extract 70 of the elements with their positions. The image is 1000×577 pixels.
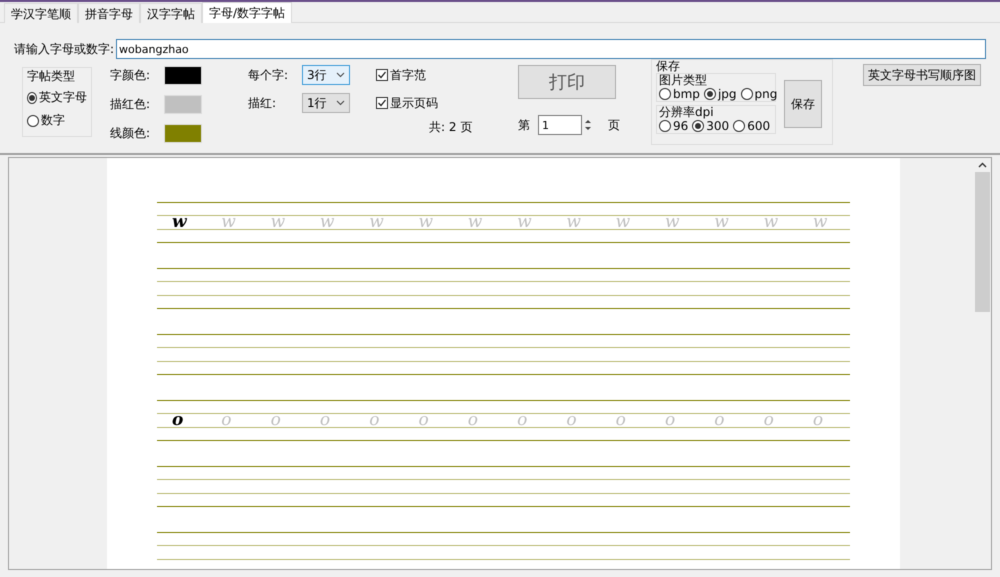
page-input[interactable]: 1 <box>538 115 582 135</box>
radio-button[interactable]: png <box>740 87 778 101</box>
page-label: 页 <box>608 116 620 134</box>
color-label: 字颜色: <box>110 66 150 84</box>
page-label: 第 <box>518 116 530 134</box>
group-title: 字帖类型 <box>27 70 76 83</box>
radio-button[interactable]: 300 <box>692 119 730 133</box>
trace-letter: o <box>714 410 726 430</box>
chevron-up-icon[interactable] <box>978 162 987 168</box>
color-swatch[interactable] <box>164 124 202 142</box>
trace-letter: o <box>221 410 233 430</box>
model-letter: w <box>172 212 188 232</box>
trace-letter: o <box>468 410 480 430</box>
trace-letter: w <box>418 212 434 232</box>
trace-letter: o <box>320 410 332 430</box>
trace-letter: w <box>616 212 632 232</box>
trace-letter: w <box>517 212 533 232</box>
trace-letter: w <box>812 212 828 232</box>
dropdown[interactable]: 3行 <box>302 65 350 85</box>
trace-letter: w <box>714 212 730 232</box>
text-input[interactable]: wobangzhao <box>116 39 986 59</box>
trace-letter: o <box>616 410 627 430</box>
save-button[interactable]: 保存 <box>784 80 822 128</box>
group-title: 保存 <box>656 60 681 73</box>
input-label: 请输入字母或数字: <box>14 40 114 58</box>
radio-button[interactable]: jpg <box>704 87 737 101</box>
radio-button[interactable]: 数字 <box>27 112 87 129</box>
tab[interactable]: 字母/数字字帖 <box>202 2 292 23</box>
model-letter: o <box>172 410 184 430</box>
color-label: 线颜色: <box>110 124 150 142</box>
chevron-icon <box>336 100 345 106</box>
trace-letter: o <box>418 410 430 430</box>
trace-letter: w <box>664 212 681 232</box>
chevron-icon <box>336 72 345 78</box>
trace-letter: w <box>369 212 385 232</box>
trace-letter: o <box>664 410 676 430</box>
trace-letter: o <box>270 410 282 430</box>
checkbox[interactable]: 首字范 <box>376 65 518 85</box>
stroke-order-button[interactable]: 英文字母书写顺序图 <box>863 64 981 86</box>
tab[interactable]: 学汉字笔顺 <box>4 3 78 23</box>
select-label: 描红: <box>248 94 278 112</box>
radio-button[interactable]: 96 <box>659 119 688 133</box>
trace-letter: w <box>468 212 484 232</box>
print-button[interactable]: 打印 <box>518 65 616 99</box>
color-label: 描红色: <box>110 96 150 112</box>
trace-letter: w <box>566 212 582 232</box>
radio-button[interactable]: 600 <box>733 119 770 133</box>
trace-letter: o <box>812 410 824 430</box>
tab[interactable]: 汉字字帖 <box>140 3 202 23</box>
trace-letter: w <box>221 212 237 232</box>
tab[interactable]: 拼音字母 <box>78 3 140 23</box>
trace-letter: o <box>369 410 380 430</box>
checkmark-icon <box>377 70 387 80</box>
trace-letter: o <box>517 410 528 430</box>
trace-letter: o <box>764 410 775 430</box>
dropdown[interactable]: 1行 <box>302 93 350 113</box>
color-swatch[interactable] <box>164 66 202 84</box>
trace-letter: w <box>270 212 286 232</box>
group-title: 图片类型 <box>659 74 708 87</box>
radio-button[interactable]: bmp <box>659 87 700 101</box>
checkmark-icon <box>377 98 387 108</box>
trace-letter: w <box>764 212 780 232</box>
trace-letter: o <box>566 410 578 430</box>
trace-letter: w <box>320 212 336 232</box>
select-label: 每个字: <box>248 66 290 84</box>
checkbox[interactable]: 显示页码 <box>376 93 518 113</box>
color-swatch[interactable] <box>164 94 202 114</box>
radio-button[interactable]: 英文字母 <box>27 89 87 106</box>
group-title: 分辨率dpi <box>659 106 715 119</box>
page-count: 共: 2 页 <box>429 119 474 136</box>
